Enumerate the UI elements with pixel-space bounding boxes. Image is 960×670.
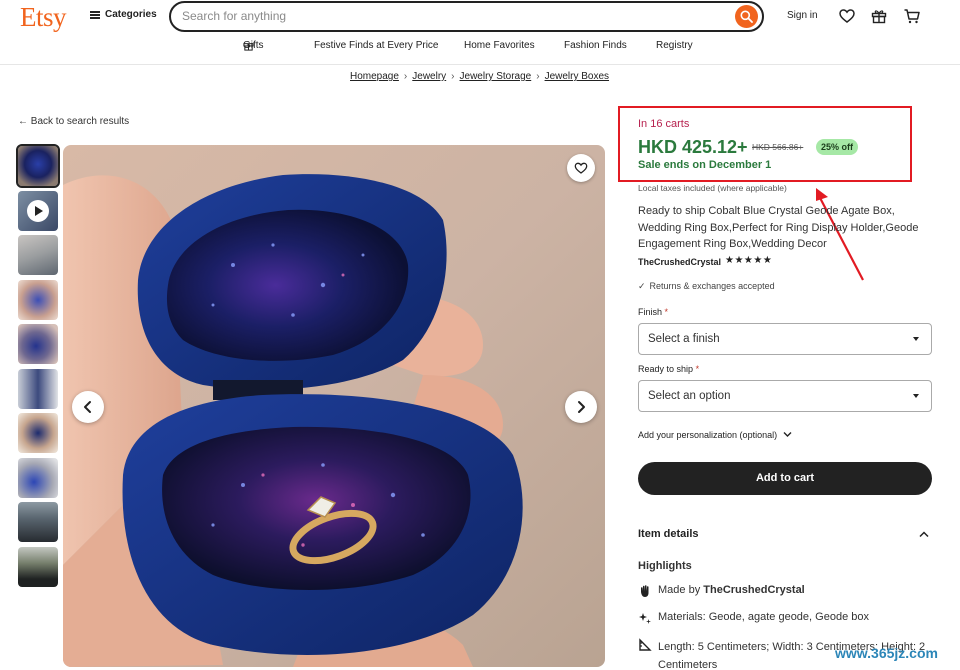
thumbnail[interactable]	[18, 324, 58, 364]
gift-box-icon[interactable]	[870, 7, 888, 25]
add-to-cart-button[interactable]: Add to cart	[638, 462, 932, 495]
breadcrumb-homepage[interactable]: Homepage	[350, 71, 399, 82]
made-by-shop-link[interactable]: TheCrushedCrystal	[703, 584, 804, 596]
returns-note: ✓ Returns & exchanges accepted	[638, 281, 775, 292]
arrow-left-icon: ←	[18, 116, 28, 127]
in-carts-badge: In 16 carts	[638, 118, 690, 130]
heart-icon[interactable]	[838, 7, 856, 25]
finish-select[interactable]: Select a finish	[638, 323, 932, 355]
thumbnail[interactable]	[18, 235, 58, 275]
thumbnail[interactable]	[18, 457, 58, 498]
highlight-made-by: Made by TheCrushedCrystal	[638, 584, 805, 598]
thumbnail-strip	[16, 144, 60, 591]
required-mark: *	[695, 364, 700, 374]
thumbnail[interactable]	[18, 279, 58, 320]
made-by-prefix: Made by	[658, 584, 701, 596]
next-image-button[interactable]	[565, 391, 597, 423]
nav-item-festive-finds[interactable]: Festive Finds at Every Price	[314, 40, 438, 51]
header-divider	[0, 64, 960, 65]
sale-end-notice: Sale ends on December 1	[638, 159, 772, 171]
chevron-left-icon	[84, 401, 91, 413]
video-thumbnail[interactable]	[18, 190, 58, 231]
caret-down-icon	[913, 337, 919, 341]
shop-name-link[interactable]: TheCrushedCrystal	[638, 257, 721, 267]
chevron-right-icon	[578, 401, 585, 413]
geode-ring-box-photo	[63, 145, 605, 667]
hand-icon	[641, 585, 649, 597]
personalization-label: Add your personalization (optional)	[638, 430, 778, 440]
caret-down-icon	[913, 394, 919, 398]
chevron-right-icon: ›	[536, 71, 540, 82]
breadcrumb: Homepage › Jewelry › Jewelry Storage › Jewelry…	[350, 71, 609, 82]
watermark-text: www.365jz.com	[835, 645, 938, 661]
chevron-down-icon	[783, 432, 792, 437]
highlights-heading: Highlights	[638, 560, 692, 572]
original-price: HKD 566.86+	[752, 142, 804, 152]
breadcrumb-jewelry-boxes[interactable]: Jewelry Boxes	[545, 71, 609, 82]
star-rating[interactable]: ★★★★★	[725, 255, 772, 266]
sale-price: HKD 425.12+	[638, 137, 748, 157]
categories-label: Categories	[105, 9, 157, 20]
back-to-results-link[interactable]: ← Back to search results	[18, 116, 129, 127]
finish-label: Finish *	[638, 307, 668, 317]
categories-button[interactable]: Categories	[90, 9, 157, 20]
category-nav: Gifts Festive Finds at Every Price Home …	[0, 40, 960, 56]
returns-label: Returns & exchanges accepted	[649, 281, 775, 291]
ready-to-ship-label: Ready to ship *	[638, 364, 699, 374]
etsy-logo[interactable]: Etsy	[20, 2, 67, 33]
product-main-image[interactable]	[63, 145, 605, 667]
check-icon: ✓	[638, 281, 646, 291]
site-header: Etsy Categories Sign in	[0, 0, 960, 34]
search-button[interactable]	[735, 5, 758, 28]
ready-label-text: Ready to ship	[638, 364, 694, 374]
breadcrumb-jewelry-storage[interactable]: Jewelry Storage	[460, 71, 532, 82]
heart-icon	[574, 162, 588, 174]
finish-select-value: Select a finish	[648, 333, 720, 345]
thumbnail[interactable]	[18, 502, 58, 542]
chevron-right-icon: ›	[451, 71, 455, 82]
nav-item-gifts[interactable]: Gifts	[243, 40, 264, 51]
ready-select-value: Select an option	[648, 390, 731, 402]
sign-in-link[interactable]: Sign in	[787, 10, 818, 21]
chevron-right-icon: ›	[403, 71, 408, 82]
materials-text: Materials: Geode, agate geode, Geode box	[658, 611, 869, 623]
thumbnail[interactable]	[18, 546, 58, 587]
nav-item-fashion-finds[interactable]: Fashion Finds	[564, 40, 627, 51]
thumbnail[interactable]	[18, 368, 58, 409]
play-icon	[27, 199, 49, 222]
personalization-toggle[interactable]: Add your personalization (optional)	[638, 430, 792, 440]
nav-item-home-favorites[interactable]: Home Favorites	[464, 40, 535, 51]
product-title: Ready to ship Cobalt Blue Crystal Geode …	[638, 205, 919, 250]
cart-icon[interactable]	[903, 7, 921, 25]
ruler-icon	[639, 638, 652, 651]
sparkle-icon	[639, 613, 651, 624]
favorite-button[interactable]	[567, 154, 595, 182]
chevron-up-icon[interactable]	[919, 531, 929, 538]
previous-image-button[interactable]	[72, 391, 104, 423]
search-bar	[169, 1, 764, 32]
discount-badge: 25% off	[816, 139, 859, 155]
thumbnail[interactable]	[18, 413, 58, 453]
required-mark: *	[664, 307, 669, 317]
menu-icon	[90, 10, 100, 19]
thumbnail[interactable]	[16, 144, 60, 188]
back-link-label: Back to search results	[30, 116, 130, 127]
item-details-toggle[interactable]: Item details	[638, 528, 699, 540]
nav-item-label: Gifts	[243, 40, 264, 51]
ready-to-ship-select[interactable]: Select an option	[638, 380, 932, 412]
finish-label-text: Finish	[638, 307, 663, 317]
search-icon	[740, 10, 753, 23]
highlight-materials: Materials: Geode, agate geode, Geode box	[638, 611, 869, 625]
search-input[interactable]	[182, 9, 702, 23]
nav-item-registry[interactable]: Registry	[656, 40, 693, 51]
breadcrumb-jewelry[interactable]: Jewelry	[412, 71, 446, 82]
taxes-note: Local taxes included (where applicable)	[638, 183, 787, 193]
